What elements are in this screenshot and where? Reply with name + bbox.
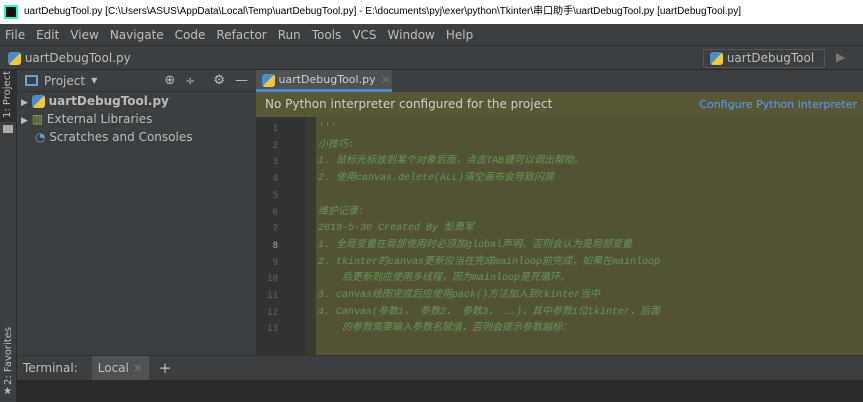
tab-label: uartDebugTool.py (278, 73, 376, 86)
tree-item-label: Scratches and Consoles (49, 130, 193, 144)
line-number: 8 (272, 240, 278, 251)
tab-local[interactable]: Local × (91, 355, 149, 381)
project-panel: Project ▼ ⊕ ÷ ⚙ — ▶ uartDebugTool.py ▶ ▥… (17, 70, 256, 355)
line-number: 12 (267, 307, 278, 318)
tab-uartdebugtool[interactable]: uartDebugTool.py × (256, 70, 392, 92)
menu-vcs[interactable]: VCS (347, 28, 382, 42)
editor-tabs: uartDebugTool.py × (256, 70, 863, 92)
folder-icon (3, 125, 13, 133)
fold-column (306, 117, 316, 355)
code-line: 小技巧: (318, 139, 355, 151)
breadcrumb-file[interactable]: uartDebugTool.py (8, 51, 131, 65)
menu-navigate[interactable]: Navigate (105, 28, 170, 42)
collapse-all-icon[interactable]: ÷ (185, 74, 195, 88)
chevron-down-icon[interactable]: ▼ (91, 76, 97, 85)
code-line: 后更新则应使用多线程，因为mainloop是死循环。 (318, 273, 571, 285)
terminal-label: Terminal: (23, 361, 78, 375)
menu-edit[interactable]: Edit (31, 28, 65, 42)
tree-item-label: uartDebugTool.py (48, 94, 169, 108)
python-file-icon (31, 95, 45, 108)
window-title: uartDebugTool.py [C:\Users\ASUS\AppData\… (0, 0, 863, 24)
line-number: 13 (267, 324, 278, 335)
python-file-icon (8, 52, 21, 65)
close-icon[interactable]: × (133, 361, 143, 375)
interpreter-notice-bar: No Python interpreter configured for the… (256, 92, 863, 117)
code-line: 3. canvas绘图完成后应使用pack()方法加入到tkinter当中 (318, 290, 601, 301)
code-editor[interactable]: ''' 小技巧: 1. 鼠标光标放到某个对象后面，点击TAB键可以调出帮助。 2. 使… (316, 117, 863, 355)
expand-arrow-icon[interactable]: ▶ (21, 98, 28, 108)
line-number: 5 (272, 190, 278, 201)
menu-refactor[interactable]: Refactor (211, 28, 272, 42)
favorites-tool-button[interactable]: 2: Favorites (0, 327, 17, 385)
terminal-body[interactable] (17, 380, 863, 402)
breadcrumb-label: uartDebugTool.py (24, 51, 131, 65)
tree-item-external-libraries[interactable]: ▶ ▥ External Libraries (17, 110, 256, 128)
project-window-icon (25, 75, 38, 86)
locate-icon[interactable]: ⊕ (164, 73, 175, 88)
menu-bar: File Edit View Navigate Code Refactor Run Tools… (0, 24, 863, 45)
tree-item-project-file[interactable]: ▶ uartDebugTool.py (17, 92, 256, 110)
hide-panel-icon[interactable]: — (235, 73, 248, 88)
code-line: 2. tkinter的canvas更新应当在完成mainloop前完成，如果在m… (318, 256, 661, 268)
tree-item-scratches[interactable]: ◔ Scratches and Consoles (17, 128, 256, 146)
close-icon[interactable]: × (381, 73, 390, 86)
python-file-icon (262, 73, 275, 87)
project-tool-label: 1: Project (2, 70, 13, 118)
left-tool-stripe: 1: Project 2: Favorites ★ (0, 70, 17, 402)
line-number: 6 (272, 207, 278, 218)
tree-item-label: External Libraries (46, 112, 153, 126)
menu-file[interactable]: File (0, 28, 31, 42)
run-configuration-select[interactable]: uartDebugTool ▼ (703, 49, 825, 80)
star-icon: ★ (3, 386, 12, 397)
menu-code[interactable]: Code (170, 28, 212, 42)
project-tool-button[interactable]: 1: Project (0, 70, 17, 122)
code-line: 2019-5-30 Created By 彭勇军 (318, 223, 475, 235)
line-number: 9 (272, 257, 278, 268)
navigation-bar: uartDebugTool.py uartDebugTool ▼ ▶ (0, 45, 863, 80)
line-number: 3 (272, 157, 278, 168)
code-line: 的参数需要输入参数名赋值，否则会提示参数越标： (318, 323, 573, 335)
python-icon (710, 52, 723, 65)
line-number: 4 (272, 174, 278, 185)
code-line: ''' (318, 123, 337, 134)
line-number: 2 (272, 140, 278, 151)
terminal-header: Terminal: Local × + (17, 355, 863, 381)
project-panel-title[interactable]: Project (44, 74, 85, 88)
menu-view[interactable]: View (65, 28, 104, 42)
menu-run[interactable]: Run (273, 28, 307, 42)
library-icon: ▥ (31, 112, 44, 126)
pycharm-logo-icon (4, 5, 18, 19)
run-icon[interactable]: ▶ (836, 50, 845, 64)
line-number: 11 (267, 291, 278, 301)
line-number: 1 (272, 124, 278, 134)
menu-tools[interactable]: Tools (307, 28, 348, 42)
run-config-label: uartDebugTool (726, 51, 815, 65)
code-line: 1. 鼠标光标放到某个对象后面，点击TAB键可以调出帮助。 (318, 156, 585, 168)
expand-arrow-icon[interactable]: ▶ (21, 116, 28, 126)
line-number: 10 (267, 274, 278, 285)
new-terminal-button[interactable]: + (159, 359, 172, 377)
code-line: 2. 使用canvas.delete(ALL)清空画布会导致闪屏 (318, 173, 555, 185)
gear-icon[interactable]: ⚙ (213, 73, 225, 88)
configure-interpreter-link[interactable]: Configure Python interpreter (699, 92, 857, 117)
scratches-icon: ◔ (35, 130, 46, 144)
menu-window[interactable]: Window (383, 28, 441, 42)
notice-text: No Python interpreter configured for the… (265, 97, 553, 111)
line-number: 7 (272, 224, 278, 235)
code-line: 维护记录: (318, 206, 365, 218)
terminal-tab-label: Local (97, 360, 129, 375)
line-number-gutter: 1 2 3 4 5 6 7 8 9 10 11 12 13 (256, 117, 306, 355)
menu-help[interactable]: Help (441, 28, 479, 42)
code-line: 1. 全局变量在局部使用时必须加global声明，否则会认为是局部变量 (318, 239, 633, 251)
code-line: 4. Canvas(参数1， 参数2， 参数3， ……)，其中参数1位tkint… (318, 306, 661, 318)
favorites-tool-label: 2: Favorites (3, 326, 14, 385)
